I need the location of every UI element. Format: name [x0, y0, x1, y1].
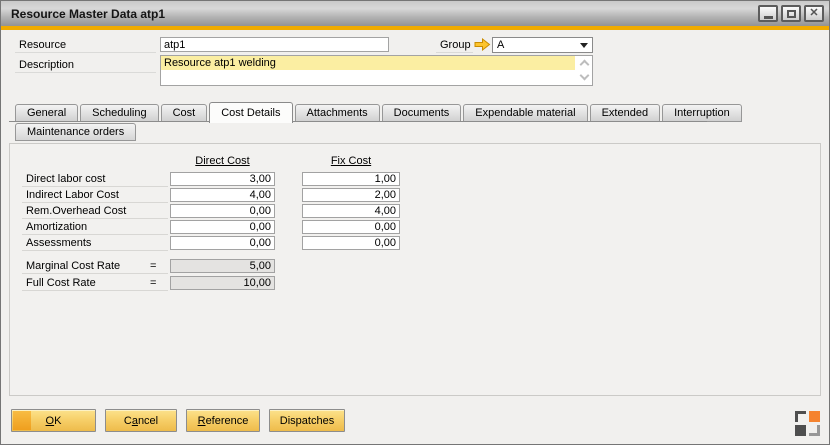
cost-row-label: Rem.Overhead Cost: [22, 204, 168, 219]
total-rows: Marginal Cost Rate=Full Cost Rate=: [10, 259, 820, 293]
reference-button[interactable]: Reference: [186, 409, 260, 432]
tab-scheduling[interactable]: Scheduling: [80, 104, 158, 122]
minimize-button[interactable]: [758, 5, 778, 22]
tab-expendable-material[interactable]: Expendable material: [463, 104, 587, 122]
total-value-field: [170, 259, 275, 273]
fix-cost-input[interactable]: [302, 204, 400, 218]
close-button[interactable]: ✕: [804, 5, 824, 22]
maximize-button[interactable]: [781, 5, 801, 22]
cost-row-label: Direct labor cost: [22, 172, 168, 187]
ok-button[interactable]: OK: [11, 409, 96, 432]
direct-cost-input[interactable]: [170, 188, 275, 202]
description-input[interactable]: Resource atp1 welding: [160, 55, 593, 86]
footer-buttons: OK Cancel Reference Dispatches: [11, 409, 345, 432]
button-label: Dispatches: [280, 415, 334, 427]
cost-rows: Direct labor costIndirect Labor CostRem.…: [10, 172, 820, 252]
minimize-icon: [764, 16, 773, 19]
cost-row-direct-labor-cost: Direct labor cost: [10, 172, 820, 188]
resize-corner-bottom-left: [795, 425, 806, 436]
total-value-field: [170, 276, 275, 290]
tab-documents[interactable]: Documents: [382, 104, 462, 122]
dispatches-button[interactable]: Dispatches: [269, 409, 345, 432]
fix-cost-input[interactable]: [302, 172, 400, 186]
fix-cost-input[interactable]: [302, 220, 400, 234]
button-label: OK: [46, 415, 62, 427]
tab-row-2: Maintenance orders: [15, 123, 138, 141]
cost-row-label: Amortization: [22, 220, 168, 235]
cost-row-rem-overhead-cost: Rem.Overhead Cost: [10, 204, 820, 220]
cost-row-assessments: Assessments: [10, 236, 820, 252]
tab-cost[interactable]: Cost: [161, 104, 208, 122]
title-bar[interactable]: Resource Master Data atp1: [1, 1, 829, 26]
equals-sign: =: [150, 276, 156, 291]
button-label: Cancel: [124, 415, 158, 427]
total-row-marginal-cost-rate: Marginal Cost Rate=: [10, 259, 820, 276]
resource-input[interactable]: [160, 37, 389, 52]
tab-general[interactable]: General: [15, 104, 78, 122]
link-arrow-icon[interactable]: [474, 38, 491, 51]
total-row-label: Full Cost Rate: [22, 276, 168, 291]
tab-attachments[interactable]: Attachments: [295, 104, 380, 122]
total-row-label: Marginal Cost Rate: [22, 259, 168, 274]
tab-interruption[interactable]: Interruption: [662, 104, 742, 122]
direct-cost-input[interactable]: [170, 204, 275, 218]
description-text: Resource atp1 welding: [161, 56, 575, 70]
tab-baseline: [9, 121, 707, 122]
fix-cost-input[interactable]: [302, 188, 400, 202]
tab-maintenance-orders[interactable]: Maintenance orders: [15, 123, 136, 141]
group-selected-value: A: [497, 39, 504, 51]
fix-cost-input[interactable]: [302, 236, 400, 250]
maximize-icon: [787, 10, 796, 18]
cost-row-label: Indirect Labor Cost: [22, 188, 168, 203]
window-title: Resource Master Data atp1: [11, 7, 165, 21]
scroll-up-icon[interactable]: [580, 60, 590, 70]
description-label: Description: [15, 58, 156, 73]
chevron-down-icon: [580, 43, 588, 48]
cancel-button[interactable]: Cancel: [105, 409, 177, 432]
total-row-full-cost-rate: Full Cost Rate=: [10, 276, 820, 293]
scroll-down-icon[interactable]: [580, 71, 590, 81]
group-select[interactable]: A: [492, 37, 593, 53]
direct-cost-input[interactable]: [170, 236, 275, 250]
resize-form-icon[interactable]: [795, 411, 820, 436]
direct-cost-input[interactable]: [170, 220, 275, 234]
button-label: Reference: [198, 415, 249, 427]
close-icon: ✕: [809, 8, 818, 19]
direct-cost-input[interactable]: [170, 172, 275, 186]
cost-details-panel: Direct Cost Fix Cost Direct labor costIn…: [9, 143, 821, 396]
window-controls: ✕: [758, 5, 824, 22]
group-label: Group: [436, 38, 473, 53]
tab-extended[interactable]: Extended: [590, 104, 660, 122]
primary-button-indicator: [13, 411, 31, 430]
tab-cost-details[interactable]: Cost Details: [209, 102, 292, 123]
resource-label: Resource: [15, 38, 156, 53]
resize-corner-top-left: [795, 411, 806, 422]
resize-corner-bottom-right: [809, 425, 820, 436]
resource-master-data-window: Resource Master Data atp1 ✕ Resource Gro…: [0, 0, 830, 445]
accent-strip: [1, 26, 829, 30]
cost-row-label: Assessments: [22, 236, 168, 251]
equals-sign: =: [150, 259, 156, 274]
direct-cost-column-header: Direct Cost: [170, 155, 275, 167]
cost-row-indirect-labor-cost: Indirect Labor Cost: [10, 188, 820, 204]
cost-row-amortization: Amortization: [10, 220, 820, 236]
resize-corner-top-right: [809, 411, 820, 422]
fix-cost-column-header: Fix Cost: [302, 155, 400, 167]
